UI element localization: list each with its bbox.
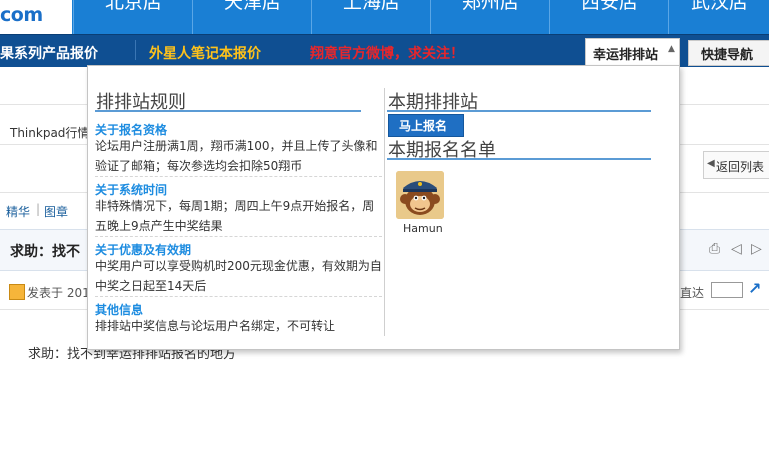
- back-to-list-label: 返回列表: [716, 160, 765, 174]
- rule-text-discount: 中奖用户可以享受购机时200元现金优惠，有效期为自中奖之日起至14天后: [95, 259, 382, 293]
- tag-stamp[interactable]: 图章: [44, 203, 68, 220]
- caret-up-icon: ▲: [668, 44, 675, 54]
- rules-title-underline: [95, 110, 361, 112]
- list-title-underline: [387, 158, 651, 160]
- divider: [95, 296, 382, 297]
- tag-digest[interactable]: 精华: [6, 203, 30, 220]
- nav-link-alienware-prices[interactable]: 外星人笔记本报价: [149, 43, 261, 63]
- goto-floor-label: 直达: [680, 286, 705, 300]
- rule-text-schedule: 非特殊情况下，每周1期；周四上午9点开始报名，周五晚上9点产生中奖结果: [95, 199, 375, 233]
- divider: [95, 176, 382, 177]
- rule-text-other: 排排站中奖信息与论坛用户名绑定，不可转让: [95, 319, 336, 333]
- rule-text-eligibility: 论坛用户注册满1周，翔币满100，并且上传了头像和验证了邮箱；每次参选均会扣除5…: [95, 139, 378, 173]
- nav-link-apple-prices[interactable]: 果系列产品报价: [0, 43, 98, 63]
- go-arrow-icon[interactable]: ↗: [748, 279, 761, 298]
- lucky-queue-label: 幸运排排站: [593, 48, 659, 63]
- divider: [95, 236, 382, 237]
- nav-divider: [135, 40, 136, 60]
- city-tab-beijing[interactable]: 北京店: [73, 0, 193, 34]
- city-tab-wuhan[interactable]: 武汉店: [668, 0, 769, 34]
- arrow-left-icon: ◀: [707, 158, 715, 169]
- signup-now-label: 马上报名: [399, 119, 448, 133]
- user-icon: [9, 284, 25, 300]
- column-divider: [384, 88, 385, 336]
- print-icon[interactable]: ⎙: [709, 241, 720, 257]
- quick-nav-label: 快捷导航: [701, 48, 754, 63]
- member-name[interactable]: Hamun: [403, 222, 443, 235]
- posted-date: 发表于 201: [27, 286, 90, 300]
- city-tab-tianjin[interactable]: 天津店: [192, 0, 312, 34]
- prev-thread-icon[interactable]: ◁: [731, 241, 742, 257]
- city-tab-xian[interactable]: 西安店: [549, 0, 669, 34]
- monkey-avatar-icon: [396, 171, 444, 219]
- nav-link-official-weibo[interactable]: 翔意官方微博，求关注！: [310, 43, 464, 63]
- site-logo-text: com: [0, 4, 43, 26]
- post-title: 求助：找不: [10, 244, 80, 260]
- tag-separator: |: [36, 202, 41, 216]
- city-tab-shanghai[interactable]: 上海店: [311, 0, 431, 34]
- member-avatar[interactable]: [396, 171, 444, 219]
- goto-floor-input[interactable]: [711, 282, 743, 298]
- thread-breadcrumb[interactable]: Thinkpad行情: [10, 124, 89, 141]
- city-tab-zhengzhou[interactable]: 郑州店: [430, 0, 550, 34]
- current-title-underline: [387, 110, 651, 112]
- next-thread-icon[interactable]: ▷: [751, 241, 762, 257]
